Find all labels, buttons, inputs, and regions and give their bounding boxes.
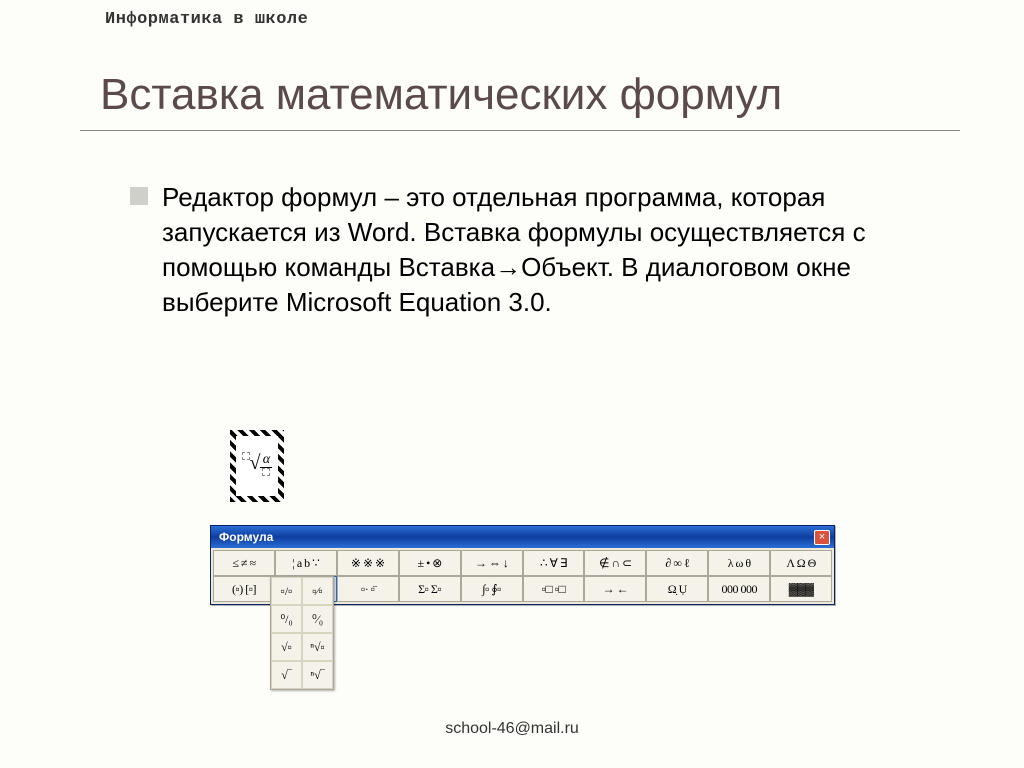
fraction-radical-palette: ▫/▫▫⁄▫⁰/₀⁰⁄₀√▫ⁿ√▫√‾ⁿ√‾ — [270, 576, 334, 690]
toolbar-button[interactable]: Λ Ω Θ — [770, 550, 832, 576]
toolbar-title-text: Формула — [219, 530, 273, 544]
toolbar-button[interactable]: Ω̣ Ụ — [646, 576, 708, 602]
toolbar-button[interactable]: ≤ ≠ ≈ — [213, 550, 275, 576]
palette-button[interactable]: ⁿ√▫ — [302, 633, 333, 661]
toolbar-button[interactable]: (▫) [▫] — [213, 576, 275, 602]
close-button[interactable]: × — [814, 530, 830, 545]
body-bullet: Редактор формул – это отдельная программ… — [130, 180, 920, 320]
equation-object[interactable]: √α — [230, 430, 284, 502]
toolbar-titlebar[interactable]: Формула × — [211, 526, 834, 548]
body-text: Редактор формул – это отдельная программ… — [162, 180, 920, 320]
toolbar-row: ≤ ≠ ≈¦ a b ∵※ ※ ※± • ⊗→ ⇔ ↓∴ ∀ ∃∉ ∩ ⊂∂ ∞… — [213, 550, 832, 576]
palette-button[interactable]: ▫⁄▫ — [302, 577, 333, 605]
toolbar-button[interactable]: ▓▓▓ — [770, 576, 832, 602]
toolbar-button[interactable]: → ⇔ ↓ — [461, 550, 523, 576]
palette-button[interactable]: ⁰⁄₀ — [302, 605, 333, 633]
toolbar-button[interactable]: Σ▫ Σ▫ — [399, 576, 461, 602]
slide-footer: school-46@mail.ru — [0, 720, 1024, 738]
slide-header: Информатика в школе — [105, 10, 308, 29]
toolbar-button[interactable]: ± • ⊗ — [399, 550, 461, 576]
toolbar-button[interactable]: ▫· ▫̈ — [337, 576, 399, 602]
toolbar-button[interactable]: 000 000 — [708, 576, 770, 602]
toolbar-button[interactable]: λ ω θ — [708, 550, 770, 576]
toolbar-button[interactable]: ▫□ ▫□ — [523, 576, 585, 602]
toolbar-button[interactable]: ∉ ∩ ⊂ — [584, 550, 646, 576]
toolbar-button[interactable]: ※ ※ ※ — [337, 550, 399, 576]
palette-button[interactable]: ⁿ√‾ — [302, 661, 333, 689]
equation-content: √α — [242, 453, 273, 479]
slide-title: Вставка математических формул — [100, 70, 782, 120]
palette-button[interactable]: ⁰/₀ — [271, 605, 302, 633]
toolbar-button[interactable]: ∴ ∀ ∃ — [523, 550, 585, 576]
title-underline — [80, 130, 960, 131]
toolbar-button[interactable]: → ← — [584, 576, 646, 602]
toolbar-button[interactable]: ∫▫ ∮▫ — [461, 576, 523, 602]
palette-button[interactable]: ▫/▫ — [271, 577, 302, 605]
palette-button[interactable]: √‾ — [271, 661, 302, 689]
toolbar-button[interactable]: ∂ ∞ ℓ — [646, 550, 708, 576]
toolbar-button[interactable]: ¦ a b ∵ — [275, 550, 337, 576]
bullet-icon — [130, 187, 148, 205]
palette-button[interactable]: √▫ — [271, 633, 302, 661]
